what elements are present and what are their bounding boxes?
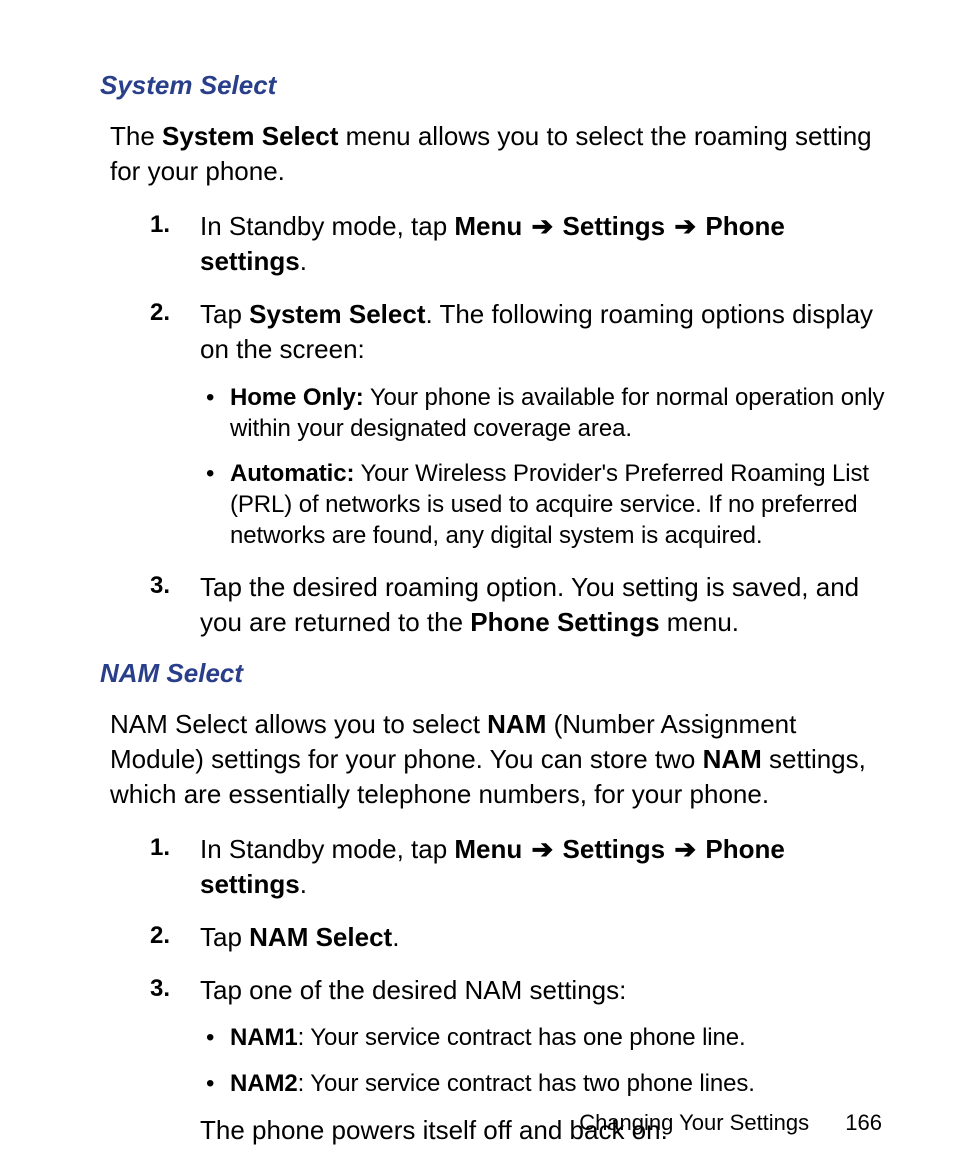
text: : Your service contract has one phone li… (298, 1024, 746, 1051)
text-bold: NAM (703, 744, 762, 774)
bullet-item: Automatic: Your Wireless Provider's Pref… (200, 458, 894, 552)
heading-system-select: System Select (100, 70, 894, 101)
bullet-item: Home Only: Your phone is available for n… (200, 382, 894, 444)
text: In Standby mode, tap (200, 834, 454, 864)
steps-list: In Standby mode, tap Menu ➔ Settings ➔ P… (150, 209, 894, 640)
footer-title: Changing Your Settings (579, 1110, 809, 1135)
intro-paragraph: NAM Select allows you to select NAM (Num… (110, 707, 894, 812)
text: : Your service contract has two phone li… (298, 1070, 755, 1097)
text: Tap (200, 922, 249, 952)
text: In Standby mode, tap (200, 211, 454, 241)
arrow-icon: ➔ (672, 209, 698, 244)
text-bold: System Select (249, 299, 425, 329)
bullet-item: NAM1: Your service contract has one phon… (200, 1022, 894, 1053)
text-bold: System Select (162, 121, 338, 151)
text: . (300, 246, 307, 276)
step-item: In Standby mode, tap Menu ➔ Settings ➔ P… (150, 209, 894, 279)
text-bold: Menu (454, 834, 522, 864)
text: The (110, 121, 162, 151)
text-bold: Settings (563, 211, 666, 241)
text-bold: NAM1 (230, 1024, 298, 1051)
step-item: Tap the desired roaming option. You sett… (150, 570, 894, 640)
text: . (392, 922, 399, 952)
heading-nam-select: NAM Select (100, 658, 894, 689)
step-item: In Standby mode, tap Menu ➔ Settings ➔ P… (150, 832, 894, 902)
step-item: Tap System Select. The following roaming… (150, 297, 894, 551)
text-bold: Settings (563, 834, 666, 864)
bullet-list: Home Only: Your phone is available for n… (200, 382, 894, 552)
bullet-item: NAM2: Your service contract has two phon… (200, 1068, 894, 1099)
text-bold: Automatic: (230, 460, 354, 487)
arrow-icon: ➔ (672, 832, 698, 867)
text-bold: Home Only: (230, 384, 364, 411)
page-number: 166 (845, 1110, 882, 1135)
text: menu. (660, 607, 740, 637)
intro-paragraph: The System Select menu allows you to sel… (110, 119, 894, 189)
text-bold: Phone Settings (470, 607, 659, 637)
arrow-icon: ➔ (530, 209, 556, 244)
text: Tap (200, 299, 249, 329)
text-bold: NAM2 (230, 1070, 298, 1097)
arrow-icon: ➔ (530, 832, 556, 867)
text: NAM Select allows you to select (110, 709, 487, 739)
text-bold: NAM Select (249, 922, 392, 952)
text: . (300, 869, 307, 899)
text: Tap one of the desired NAM settings: (200, 975, 626, 1005)
document-page: System Select The System Select menu all… (0, 0, 954, 1172)
step-item: Tap NAM Select. (150, 920, 894, 955)
steps-list: In Standby mode, tap Menu ➔ Settings ➔ P… (150, 832, 894, 1148)
text-bold: NAM (487, 709, 546, 739)
page-footer: Changing Your Settings 166 (579, 1110, 882, 1136)
text-bold: Menu (454, 211, 522, 241)
bullet-list: NAM1: Your service contract has one phon… (200, 1022, 894, 1098)
